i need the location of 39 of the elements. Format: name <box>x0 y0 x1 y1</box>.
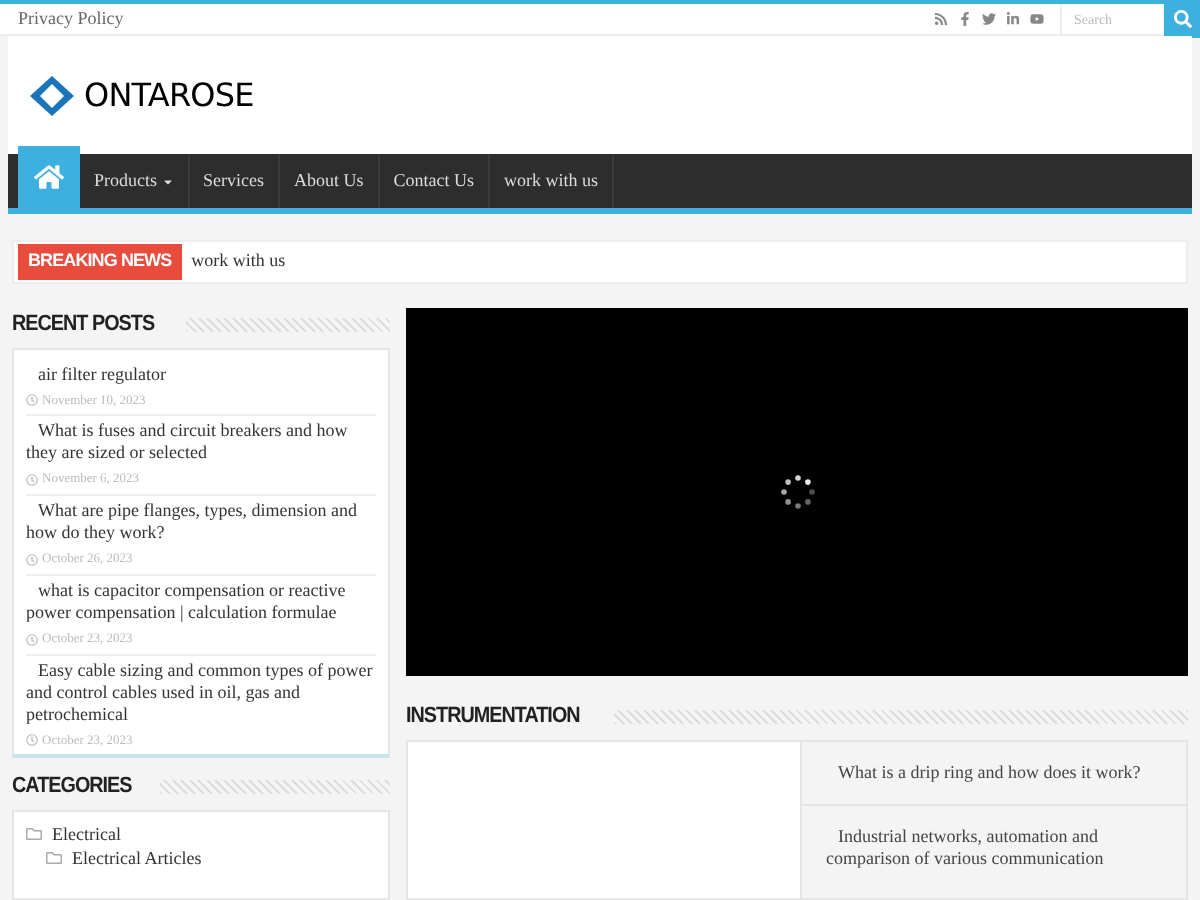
nav-item[interactable]: work with us <box>490 154 615 208</box>
breaking-news-label: BREAKING NEWS <box>18 244 182 280</box>
twitter-icon[interactable] <box>982 12 996 26</box>
post-link[interactable]: what is capacitor compensation or reactive power compensation | calculation formulae <box>26 579 376 624</box>
search-button[interactable] <box>1164 1 1200 37</box>
nav-item[interactable]: Contact Us <box>379 154 491 208</box>
loading-spinner-icon <box>779 474 815 510</box>
facebook-icon[interactable] <box>958 12 972 26</box>
breaking-news-link[interactable]: work with us <box>191 248 286 276</box>
post-link[interactable]: What are pipe flanges, types, dimension and how do they work? <box>26 500 376 544</box>
clock-icon <box>26 553 38 566</box>
youtube-icon[interactable] <box>1030 12 1044 26</box>
clock-icon <box>26 633 38 646</box>
top-link[interactable]: Privacy Policy <box>18 5 124 33</box>
search-icon <box>1173 10 1191 28</box>
nav-item[interactable]: Products <box>80 154 189 208</box>
post-link[interactable]: Easy cable sizing and common types of power and control cables used in oil, gas and petrochemical <box>26 659 376 725</box>
post-link[interactable]: air filter regulator <box>26 363 376 385</box>
category-link[interactable]: Electrical <box>52 821 121 846</box>
logo-text[interactable]: ONTAROSE <box>84 71 254 119</box>
section-heading: CATEGORIES <box>12 772 132 803</box>
linkedin-icon[interactable] <box>1006 12 1020 26</box>
post-link[interactable]: What is a drip ring and how does it work? <box>802 741 1186 803</box>
post-link[interactable]: What is fuses and circuit breakers and how they are sized or selected <box>26 420 376 465</box>
logo-icon <box>28 73 76 117</box>
clock-icon <box>26 734 38 747</box>
section-heading: RECENT POSTS <box>12 310 155 340</box>
folder-icon <box>26 825 42 842</box>
clock-icon <box>26 394 38 407</box>
home-button[interactable] <box>18 146 80 208</box>
home-icon <box>34 162 64 192</box>
post-link[interactable]: Industrial networks, automation and comparison of various communication <box>802 803 1186 889</box>
folder-icon <box>46 849 62 866</box>
nav-item[interactable]: Services <box>189 154 280 208</box>
rss-icon[interactable] <box>934 12 948 26</box>
section-heading: INSTRUMENTATION <box>406 702 580 732</box>
clock-icon <box>26 474 38 487</box>
category-link[interactable]: Electrical Articles <box>72 845 202 870</box>
nav-item[interactable]: About Us <box>280 154 380 208</box>
